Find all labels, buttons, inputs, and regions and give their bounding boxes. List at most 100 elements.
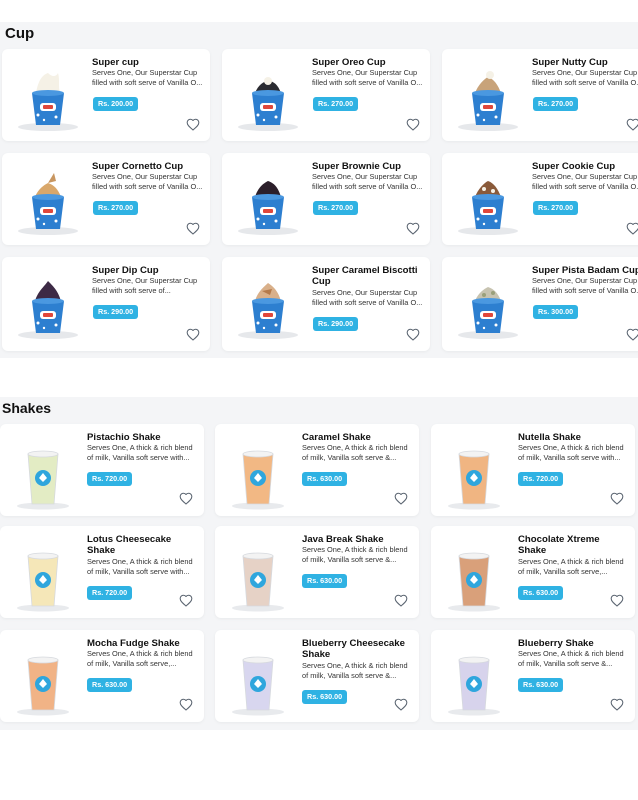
product-name: Caramel Shake bbox=[302, 432, 371, 443]
product-description: Serves One, Our Superstar Cup filled wit… bbox=[532, 68, 638, 87]
cup-product-card[interactable]: Super Dip Cup Serves One, Our Superstar C… bbox=[2, 257, 210, 351]
product-description: Serves One, Our Superstar Cup filled wit… bbox=[532, 276, 638, 295]
product-name: Super Pista Badam Cup bbox=[532, 265, 638, 276]
heart-icon[interactable] bbox=[179, 698, 193, 711]
product-description: Serves One, Our Superstar Cup filled wit… bbox=[312, 172, 423, 191]
cup-product-card[interactable]: Super cup Serves One, Our Superstar Cup f… bbox=[2, 49, 210, 141]
product-image bbox=[223, 646, 293, 718]
product-image bbox=[228, 167, 308, 242]
shake-product-card[interactable]: Blueberry Shake Serves One, A thick & ric… bbox=[431, 630, 635, 722]
heart-icon[interactable] bbox=[394, 594, 408, 607]
price-badge: Rs. 630.00 bbox=[302, 472, 348, 486]
shake-product-card[interactable]: Pistachio Shake Serves One, A thick & ric… bbox=[0, 424, 204, 516]
cup-product-card[interactable]: Super Brownie Cup Serves One, Our Superst… bbox=[222, 153, 430, 245]
heart-icon[interactable] bbox=[406, 222, 420, 235]
shake-product-card[interactable]: Java Break Shake Serves One, A thick & ri… bbox=[215, 526, 419, 618]
product-description: Serves One, A thick & rich blend of milk… bbox=[302, 661, 408, 680]
heart-icon[interactable] bbox=[610, 698, 624, 711]
product-image bbox=[8, 167, 88, 242]
shake-product-card[interactable]: Lotus Cheesecake Shake Serves One, A thic… bbox=[0, 526, 204, 618]
heart-icon[interactable] bbox=[394, 698, 408, 711]
cup-product-card[interactable]: Super Pista Badam Cup Serves One, Our Sup… bbox=[442, 257, 638, 351]
price-badge: Rs. 200.00 bbox=[93, 97, 139, 111]
product-description: Serves One, Our Superstar Cup filled wit… bbox=[312, 68, 423, 87]
shake-product-card[interactable]: Blueberry Cheesecake Shake Serves One, A … bbox=[215, 630, 419, 722]
product-description: Serves One, A thick & rich blend of milk… bbox=[87, 557, 193, 576]
product-name: Chocolate Xtreme Shake bbox=[518, 534, 600, 556]
product-name: Lotus Cheesecake Shake bbox=[87, 534, 172, 556]
price-badge: Rs. 290.00 bbox=[313, 317, 359, 331]
heart-icon[interactable] bbox=[406, 118, 420, 131]
product-name: Blueberry Cheesecake Shake bbox=[302, 638, 405, 660]
cup-product-card[interactable]: Super Caramel Biscotti Cup Serves One, Ou… bbox=[222, 257, 430, 351]
cup-product-card[interactable]: Super Oreo Cup Serves One, Our Superstar … bbox=[222, 49, 430, 141]
product-name: Super cup bbox=[92, 57, 139, 68]
product-image bbox=[228, 63, 308, 138]
product-image bbox=[8, 440, 78, 512]
price-badge: Rs. 270.00 bbox=[533, 201, 579, 215]
product-description: Serves One, A thick & rich blend of milk… bbox=[302, 545, 408, 564]
heart-icon[interactable] bbox=[186, 328, 200, 341]
product-description: Serves One, Our Superstar Cup filled wit… bbox=[92, 172, 203, 191]
price-badge: Rs. 290.00 bbox=[93, 305, 139, 319]
shake-product-card[interactable]: Caramel Shake Serves One, A thick & rich … bbox=[215, 424, 419, 516]
product-image bbox=[8, 646, 78, 718]
heart-icon[interactable] bbox=[394, 492, 408, 505]
heart-icon[interactable] bbox=[406, 328, 420, 341]
product-description: Serves One, A thick & rich blend of milk… bbox=[518, 649, 624, 668]
product-description: Serves One, Our Superstar Cup filled wit… bbox=[92, 68, 203, 87]
product-description: Serves One, Our Superstar Cup filled wit… bbox=[532, 172, 638, 191]
product-name: Mocha Fudge Shake bbox=[87, 638, 180, 649]
price-badge: Rs. 300.00 bbox=[533, 305, 579, 319]
product-name: Super Cookie Cup bbox=[532, 161, 616, 172]
product-description: Serves One, Our Superstar Cup filled wit… bbox=[92, 276, 198, 295]
section-title-cup: Cup bbox=[5, 25, 35, 42]
heart-icon[interactable] bbox=[186, 118, 200, 131]
product-description: Serves One, Our Superstar Cup filled wit… bbox=[312, 288, 423, 307]
shake-product-card[interactable]: Chocolate Xtreme Shake Serves One, A thic… bbox=[431, 526, 635, 618]
price-badge: Rs. 720.00 bbox=[518, 472, 564, 486]
shake-product-card[interactable]: Mocha Fudge Shake Serves One, A thick & r… bbox=[0, 630, 204, 722]
cup-product-card[interactable]: Super Cornetto Cup Serves One, Our Supers… bbox=[2, 153, 210, 245]
product-name: Super Cornetto Cup bbox=[92, 161, 184, 172]
product-image bbox=[223, 440, 293, 512]
product-image bbox=[439, 542, 509, 614]
product-image bbox=[448, 167, 528, 242]
heart-icon[interactable] bbox=[186, 222, 200, 235]
heart-icon[interactable] bbox=[626, 118, 638, 131]
heart-icon[interactable] bbox=[610, 594, 624, 607]
shake-product-card[interactable]: Nutella Shake Serves One, A thick & rich … bbox=[431, 424, 635, 516]
price-badge: Rs. 270.00 bbox=[313, 97, 359, 111]
product-name: Super Brownie Cup bbox=[312, 161, 402, 172]
price-badge: Rs. 630.00 bbox=[518, 678, 564, 692]
cup-product-card[interactable]: Super Cookie Cup Serves One, Our Supersta… bbox=[442, 153, 638, 245]
product-description: Serves One, A thick & rich blend of milk… bbox=[302, 443, 408, 462]
product-name: Super Dip Cup bbox=[92, 265, 159, 276]
heart-icon[interactable] bbox=[610, 492, 624, 505]
product-description: Serves One, A thick & rich blend of milk… bbox=[87, 443, 193, 462]
product-name: Super Nutty Cup bbox=[532, 57, 608, 68]
product-image bbox=[228, 271, 308, 346]
price-badge: Rs. 270.00 bbox=[93, 201, 139, 215]
price-badge: Rs. 720.00 bbox=[87, 586, 133, 600]
section-title-shakes: Shakes bbox=[2, 400, 52, 416]
product-name: Blueberry Shake bbox=[518, 638, 594, 649]
product-image bbox=[8, 542, 78, 614]
product-name: Java Break Shake bbox=[302, 534, 384, 545]
heart-icon[interactable] bbox=[626, 328, 638, 341]
price-badge: Rs. 270.00 bbox=[533, 97, 579, 111]
product-image bbox=[8, 63, 88, 138]
price-badge: Rs. 630.00 bbox=[302, 574, 348, 588]
product-name: Pistachio Shake bbox=[87, 432, 161, 443]
heart-icon[interactable] bbox=[179, 492, 193, 505]
product-name: Super Oreo Cup bbox=[312, 57, 386, 68]
product-name: Super Caramel Biscotti Cup bbox=[312, 265, 418, 287]
heart-icon[interactable] bbox=[626, 222, 638, 235]
product-image bbox=[448, 271, 528, 346]
price-badge: Rs. 630.00 bbox=[518, 586, 564, 600]
product-description: Serves One, A thick & rich blend of milk… bbox=[87, 649, 193, 668]
product-name: Nutella Shake bbox=[518, 432, 581, 443]
heart-icon[interactable] bbox=[179, 594, 193, 607]
price-badge: Rs. 270.00 bbox=[313, 201, 359, 215]
cup-product-card[interactable]: Super Nutty Cup Serves One, Our Superstar… bbox=[442, 49, 638, 141]
